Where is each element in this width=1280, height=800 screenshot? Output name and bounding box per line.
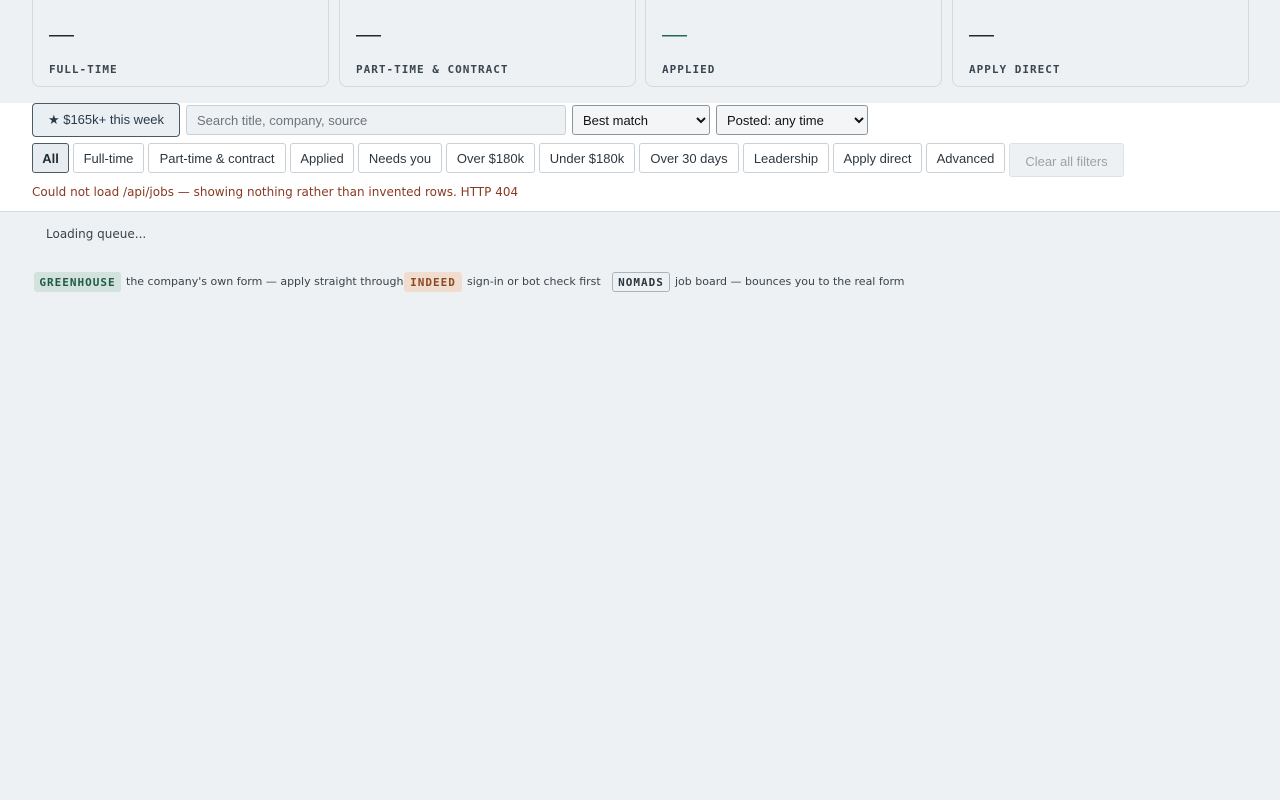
- stat-card-applied: ———— APPLIED: [645, 0, 942, 87]
- chip-full-time[interactable]: Full-time: [73, 143, 144, 173]
- chip-over-30-days[interactable]: Over 30 days: [639, 143, 739, 173]
- chip-applied[interactable]: Applied: [290, 143, 354, 173]
- stat-label-full-time: FULL-TIME: [49, 63, 118, 76]
- legend-tag-nomads: NOMADS: [612, 272, 670, 292]
- stat-label-applied: APPLIED: [662, 63, 716, 76]
- load-error-message: Could not load /api/jobs — showing nothi…: [32, 185, 519, 199]
- stat-value-part-time: ————: [356, 30, 381, 40]
- clear-all-filters-button[interactable]: Clear all filters: [1009, 143, 1124, 177]
- legend-text-greenhouse: the company's own form — apply straight …: [126, 275, 404, 288]
- loading-status: Loading queue...: [46, 227, 147, 241]
- stats-row: ———— FULL-TIME ———— PART-TIME & CONTRACT…: [32, 0, 1249, 88]
- stat-value-apply-direct: ————: [969, 30, 994, 40]
- source-legend: GREENHOUSE the company's own form — appl…: [34, 272, 1034, 292]
- stat-card-part-time: ———— PART-TIME & CONTRACT: [339, 0, 636, 87]
- posted-date-select[interactable]: Posted: any time: [716, 105, 868, 135]
- stat-value-full-time: ————: [49, 30, 74, 40]
- chip-over-180k[interactable]: Over $180k: [446, 143, 535, 173]
- chip-part-time-contract[interactable]: Part-time & contract: [148, 143, 286, 173]
- stat-label-part-time: PART-TIME & CONTRACT: [356, 63, 509, 76]
- chip-apply-direct[interactable]: Apply direct: [833, 143, 922, 173]
- legend-tag-indeed: INDEED: [404, 272, 462, 292]
- chip-all[interactable]: All: [32, 143, 69, 173]
- stat-card-full-time: ———— FULL-TIME: [32, 0, 329, 87]
- chip-needs-you[interactable]: Needs you: [358, 143, 442, 173]
- legend-tag-greenhouse: GREENHOUSE: [34, 272, 121, 292]
- filter-chips: All Full-time Part-time & contract Appli…: [32, 143, 1252, 177]
- stat-value-applied: ————: [662, 30, 687, 40]
- high-salary-this-week-button[interactable]: ★ $165k+ this week: [32, 103, 180, 137]
- chip-advanced[interactable]: Advanced: [926, 143, 1005, 173]
- search-input[interactable]: [186, 105, 566, 135]
- legend-text-nomads: job board — bounces you to the real form: [675, 275, 905, 288]
- filter-toolbar: ★ $165k+ this week Best match Posted: an…: [0, 103, 1280, 212]
- chip-leadership[interactable]: Leadership: [743, 143, 829, 173]
- stat-label-apply-direct: APPLY DIRECT: [969, 63, 1061, 76]
- stat-card-apply-direct: ———— APPLY DIRECT: [952, 0, 1249, 87]
- chip-under-180k[interactable]: Under $180k: [539, 143, 635, 173]
- sort-select[interactable]: Best match: [572, 105, 710, 135]
- legend-text-indeed: sign-in or bot check first: [467, 275, 601, 288]
